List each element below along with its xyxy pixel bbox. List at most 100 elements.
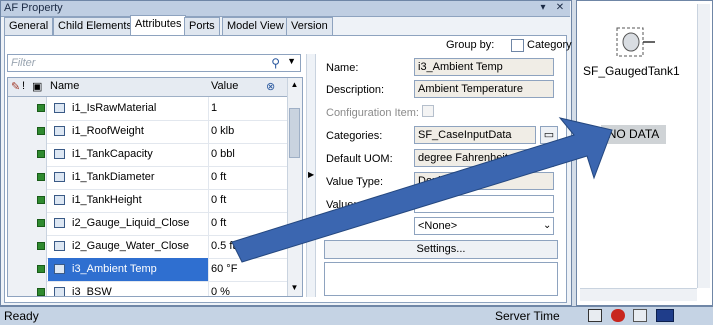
tab-ports[interactable]: Ports <box>184 17 220 35</box>
attribute-name: i2_Gauge_Liquid_Close <box>72 217 190 229</box>
checkbox-icon <box>37 265 45 273</box>
categories-browse-button[interactable]: ▭ <box>540 126 558 144</box>
attribute-details-area <box>324 262 558 296</box>
attribute-icon <box>54 103 65 113</box>
value-field[interactable] <box>414 195 554 213</box>
attribute-icon <box>54 287 65 296</box>
chevron-down-icon[interactable]: ▼ <box>287 56 296 66</box>
search-icon[interactable]: ⚲ <box>271 56 280 70</box>
description-field[interactable]: Ambient Temperature <box>414 80 554 98</box>
value-column-header[interactable]: Value <box>211 80 238 92</box>
categories-field[interactable]: SF_CaseInputData <box>414 126 536 144</box>
attribute-value: 0 bbl <box>211 148 235 160</box>
attribute-value: 0 ft <box>211 194 227 206</box>
stop-icon[interactable] <box>611 309 625 322</box>
attribute-icon <box>54 264 65 274</box>
scroll-down-icon[interactable]: ▼ <box>288 281 301 294</box>
checkbox-icon <box>37 173 45 181</box>
checkbox-icon <box>37 127 45 135</box>
table-row[interactable]: i1_IsRawMaterial 1 <box>8 97 288 121</box>
value-type-label: Value Type: <box>326 176 384 188</box>
table-row-selected[interactable]: i3_Ambient Temp 60 °F <box>8 258 288 282</box>
default-uom-label: Default UOM: <box>326 153 393 165</box>
attribute-value: 1 <box>211 102 218 114</box>
attribute-properties-form: Group by: Category Name: i3_Ambient Temp… <box>318 39 572 298</box>
name-column-header[interactable]: Name <box>50 80 79 92</box>
status-bar: Ready Server Time <box>0 306 713 325</box>
checkbox-icon <box>37 104 45 112</box>
attribute-icon <box>54 126 65 136</box>
attribute-value: 0 ft <box>211 217 227 229</box>
category-checkbox[interactable] <box>511 39 524 52</box>
scroll-thumb[interactable] <box>289 108 300 158</box>
category-label: Category <box>527 39 572 51</box>
status-ready: Ready <box>4 309 39 323</box>
config-item-checkbox[interactable] <box>422 105 434 117</box>
collapse-icon[interactable]: ⊗ <box>266 80 275 93</box>
checkbox-icon <box>37 150 45 158</box>
data-reference-label: Dat <box>326 221 344 233</box>
attribute-value: 0 % <box>211 286 230 297</box>
tank-element-icon[interactable] <box>615 26 655 60</box>
attribute-value: 0 ft <box>211 171 227 183</box>
tab-attributes[interactable]: Attributes <box>130 15 187 35</box>
pin-icon[interactable]: ▾ <box>537 2 549 14</box>
attribute-icon <box>54 241 65 251</box>
table-row[interactable]: i3_BSW 0 % <box>8 281 288 297</box>
attribute-name: i3_Ambient Temp <box>72 263 157 275</box>
attribute-value: 0.5 ft <box>211 240 236 252</box>
attribute-name: i1_RoofWeight <box>72 125 144 137</box>
filter-input[interactable]: Filter ⚲ ▼ <box>7 54 301 72</box>
display-icon[interactable] <box>656 309 674 322</box>
attribute-name: i1_TankHeight <box>72 194 142 206</box>
attribute-value: 0 klb <box>211 125 235 137</box>
default-uom-field[interactable]: degree Fahrenheit <box>414 149 554 167</box>
no-data-badge: NO DATA <box>601 125 666 144</box>
chevron-down-icon[interactable]: ⌄ <box>543 220 551 231</box>
attribute-value: 60 °F <box>211 263 238 275</box>
window-icon[interactable] <box>633 309 647 322</box>
name-field[interactable]: i3_Ambient Temp <box>414 58 554 76</box>
close-icon[interactable]: ✕ <box>554 2 566 14</box>
grid-header: ✎ ! ▣ Name Value ⊗ <box>8 78 288 97</box>
attribute-icon <box>54 149 65 159</box>
scroll-up-icon[interactable]: ▲ <box>288 78 301 91</box>
attribute-name: i3_BSW <box>72 286 112 297</box>
description-label: Description: <box>326 84 385 96</box>
attribute-icon <box>54 195 65 205</box>
table-row[interactable]: i2_Gauge_Liquid_Close 0 ft <box>8 212 288 236</box>
table-row[interactable]: i2_Gauge_Water_Close 0.5 ft <box>8 235 288 259</box>
attributes-grid: ✎ ! ▣ Name Value ⊗ i1_IsRawMaterial 1 i1… <box>7 77 303 297</box>
tab-model-view[interactable]: Model View <box>222 17 289 35</box>
tank-element-label: SF_GaugedTank1 <box>583 64 680 78</box>
grid-scrollbar[interactable]: ▲ ▼ <box>287 78 302 296</box>
panel-splitter[interactable]: ▶ <box>306 54 316 297</box>
table-row[interactable]: i1_RoofWeight 0 klb <box>8 120 288 144</box>
settings-button[interactable]: Settings... <box>324 240 558 259</box>
edit-icon: ✎ <box>11 81 21 93</box>
attribute-name: i1_TankCapacity <box>72 148 153 160</box>
server-time-label: Server Time <box>495 309 560 323</box>
tab-general[interactable]: General <box>4 17 54 35</box>
checkbox-icon <box>37 219 45 227</box>
attribute-name: i1_TankDiameter <box>72 171 155 183</box>
info-icon: ! <box>22 80 26 92</box>
data-reference-select[interactable]: <None> <box>414 217 554 235</box>
tab-version[interactable]: Version <box>286 17 333 35</box>
title-bar: AF Property ▾ ✕ <box>1 1 570 17</box>
value-type-field[interactable]: Double <box>414 172 554 190</box>
table-row[interactable]: i1_TankDiameter 0 ft <box>8 166 288 190</box>
attribute-icon <box>54 218 65 228</box>
folder-icon: ▭ <box>543 129 555 141</box>
categories-label: Categories: <box>326 130 383 142</box>
table-row[interactable]: i1_TankCapacity 0 bbl <box>8 143 288 167</box>
monitor-icon[interactable] <box>588 309 602 322</box>
table-row[interactable]: i1_TankHeight 0 ft <box>8 189 288 213</box>
value-label: Value: <box>326 199 357 211</box>
model-view-vscrollbar[interactable] <box>697 4 710 288</box>
tab-child-elements[interactable]: Child Elements <box>53 17 137 35</box>
group-by-label: Group by: <box>446 39 495 51</box>
attribute-name: i1_IsRawMaterial <box>72 102 157 114</box>
model-view-hscrollbar[interactable] <box>580 288 697 301</box>
expand-arrow-icon[interactable]: ▶ <box>308 170 314 179</box>
